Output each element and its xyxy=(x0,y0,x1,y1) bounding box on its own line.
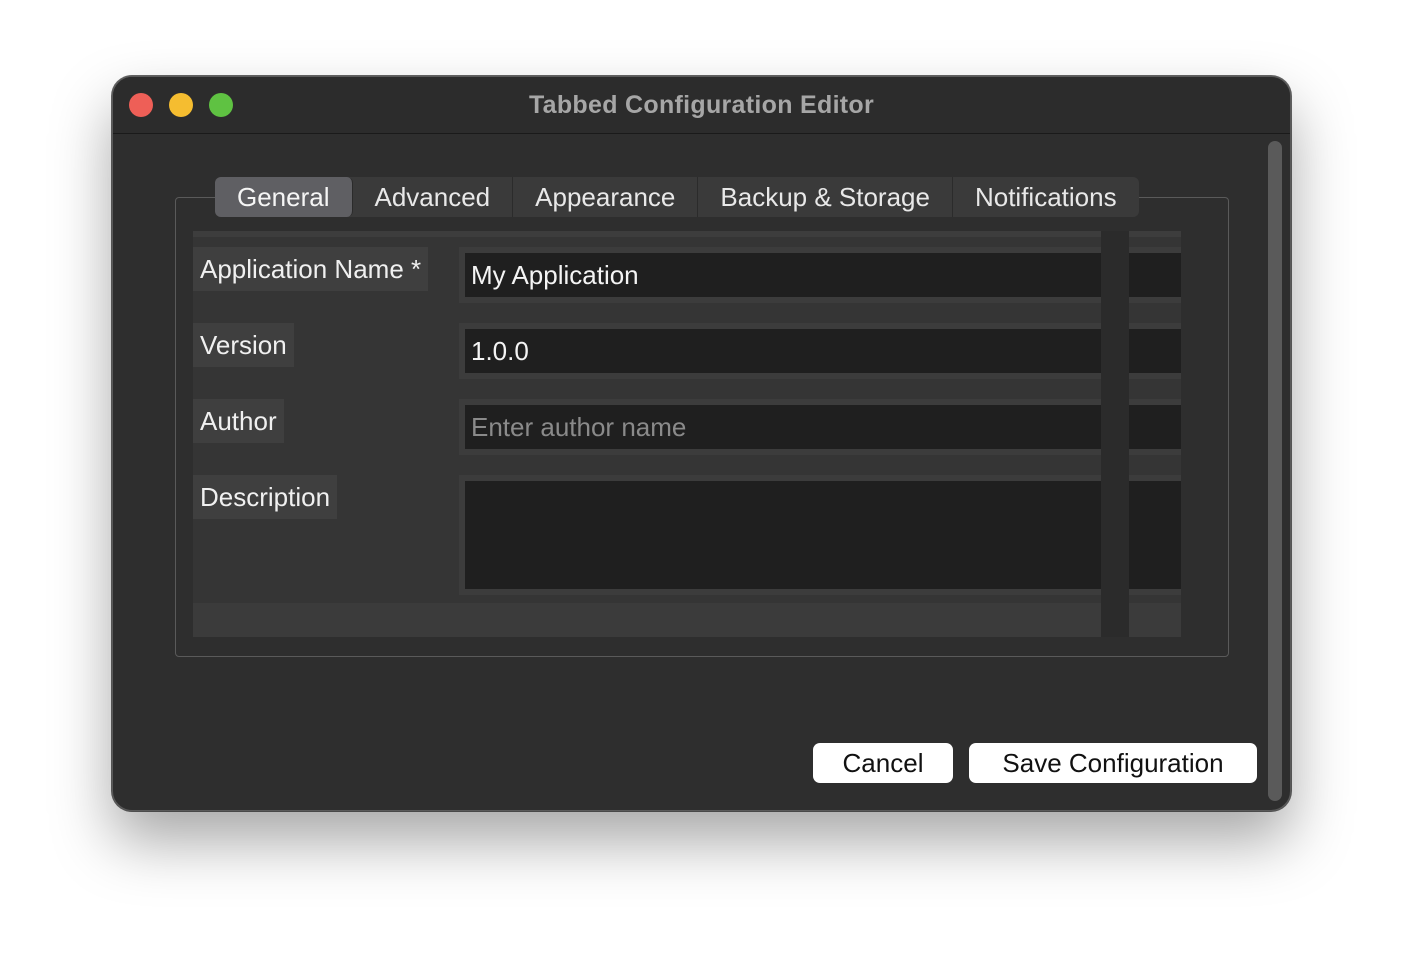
tab-advanced[interactable]: Advanced xyxy=(353,177,514,217)
version-input[interactable] xyxy=(465,329,1181,373)
title-bar: Tabbed Configuration Editor xyxy=(113,77,1290,134)
author-input[interactable] xyxy=(465,405,1181,449)
tab-bar: General Advanced Appearance Backup & Sto… xyxy=(215,177,1139,217)
version-label: Version xyxy=(193,323,294,367)
author-field-wrap xyxy=(459,399,1181,455)
tab-backup-storage[interactable]: Backup & Storage xyxy=(698,177,953,217)
author-label: Author xyxy=(193,399,284,443)
app-name-label: Application Name * xyxy=(193,247,429,291)
tab-appearance[interactable]: Appearance xyxy=(513,177,699,217)
save-configuration-button[interactable]: Save Configuration xyxy=(969,743,1257,783)
app-name-input[interactable] xyxy=(465,253,1181,297)
window-scrollbar[interactable] xyxy=(1268,141,1282,801)
cancel-button[interactable]: Cancel xyxy=(813,743,953,783)
content-scrollbar[interactable] xyxy=(1101,231,1129,637)
description-field-wrap xyxy=(459,475,1181,595)
tab-notifications[interactable]: Notifications xyxy=(953,177,1139,217)
window-title: Tabbed Configuration Editor xyxy=(528,91,875,119)
general-tab-content: Application Name * Version Author Descri… xyxy=(193,231,1181,637)
content-bottom-strip xyxy=(193,603,1181,637)
content-top-strip xyxy=(193,231,1181,237)
tab-general[interactable]: General xyxy=(215,177,353,217)
description-label: Description xyxy=(193,475,338,519)
version-field-wrap xyxy=(459,323,1181,379)
description-textarea[interactable] xyxy=(465,481,1181,589)
app-window: Tabbed Configuration Editor General Adva… xyxy=(112,76,1291,811)
app-name-field-wrap xyxy=(459,247,1181,303)
